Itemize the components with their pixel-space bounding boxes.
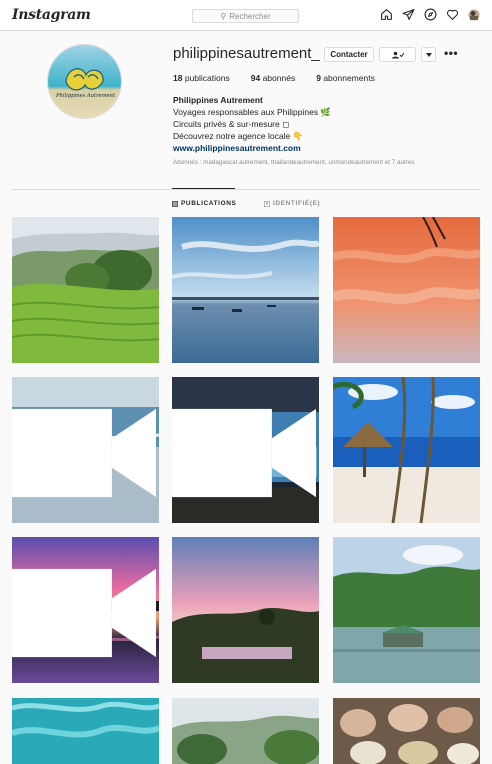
profile-stats: 18 publications 94 abonnés 9 abonnements [173,73,396,83]
suggestions-dropdown-button[interactable] [421,47,436,62]
contact-button[interactable]: Contacter [324,47,374,62]
post-tile[interactable] [12,698,159,764]
home-icon[interactable] [380,8,393,21]
bio-website-link[interactable]: www.philippinesautrement.com [173,142,331,154]
avatar-logo-text: Philippines Autrement [55,93,116,99]
post-tile[interactable] [333,377,480,523]
tab-tagged[interactable]: IDENTIFIÉ(E) [264,200,320,207]
profile-bio: Philippines Autrement Voyages responsabl… [173,94,331,154]
followers-stat[interactable]: 94 abonnés [251,73,295,83]
active-tab-indicator [172,188,235,189]
explore-icon[interactable] [424,8,437,21]
grid-icon [172,200,178,207]
tab-publications[interactable]: PUBLICATIONS [172,200,236,207]
following-stat[interactable]: 9 abonnements [316,73,375,83]
post-tile[interactable] [172,698,319,764]
profile-avatar-icon[interactable] [468,9,480,21]
more-dots-icon[interactable]: ••• [444,46,458,60]
post-tile[interactable] [172,217,319,363]
instagram-logo[interactable]: Instagram [12,7,91,23]
post-tile[interactable] [333,537,480,683]
search-input[interactable]: ⚲ Rechercher [192,9,299,23]
bio-name: Philippines Autrement [173,95,263,105]
profile-username: philippinesautrement_ [173,45,320,62]
video-icon [12,568,156,658]
profile-picture[interactable]: Philippines Autrement [47,44,122,119]
post-tile[interactable] [12,217,159,363]
bio-line: Découvrez notre agence locale 👇 [173,131,304,141]
top-navigation-bar: Instagram ⚲ Rechercher [0,0,492,31]
video-icon [172,408,316,498]
post-tile[interactable] [12,377,159,523]
post-tile[interactable] [172,537,319,683]
following-button[interactable] [379,47,416,62]
post-tile[interactable] [333,217,480,363]
tagged-icon [264,200,270,207]
direct-icon[interactable] [402,8,415,21]
nav-icons [380,8,480,21]
video-icon [12,408,156,498]
tab-publications-label: PUBLICATIONS [181,200,237,207]
post-tile[interactable] [172,377,319,523]
caret-down-icon [425,52,432,57]
post-tile[interactable] [333,698,480,764]
bio-line: Voyages responsables aux Philippines 🌿 [173,107,332,117]
person-check-icon [391,51,404,58]
publications-stat: 18 publications [173,73,230,83]
activity-heart-icon[interactable] [446,8,459,21]
search-placeholder: Rechercher [229,11,271,21]
post-tile[interactable] [12,537,159,683]
tabs-divider [12,189,480,190]
tab-tagged-label: IDENTIFIÉ(E) [273,200,321,207]
search-icon: ⚲ [220,11,227,21]
followed-by-text[interactable]: Abonnés : madagascar.autrement, thailand… [173,159,415,166]
bio-line: Circuits privés & sur-mesure ◻ [173,119,290,129]
